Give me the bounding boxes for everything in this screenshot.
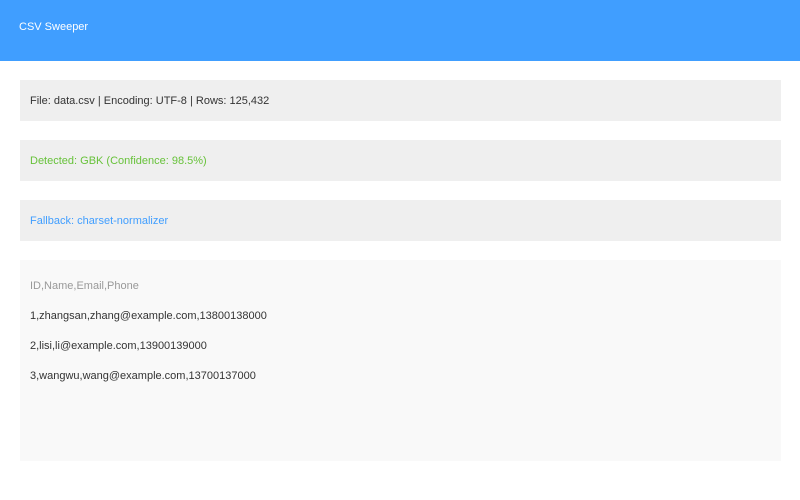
detection-panel: Detected: GBK (Confidence: 98.5%) [20,140,781,181]
detection-text: Detected: GBK (Confidence: 98.5%) [30,155,207,167]
preview-row: 3,wangwu,wang@example.com,13700137000 [30,370,256,382]
app-title: CSV Sweeper [19,21,89,33]
csv-preview: ID,Name,Email,Phone 1,zhangsan,zhang@exa… [20,260,781,461]
file-info-panel: File: data.csv | Encoding: UTF-8 | Rows:… [20,80,781,121]
file-info-text: File: data.csv | Encoding: UTF-8 | Rows:… [30,95,270,107]
preview-row: 1,zhangsan,zhang@example.com,13800138000 [30,310,267,322]
preview-row: 2,lisi,li@example.com,13900139000 [30,340,207,352]
fallback-panel: Fallback: charset-normalizer [20,200,781,241]
preview-header-row: ID,Name,Email,Phone [30,280,139,292]
fallback-text: Fallback: charset-normalizer [30,215,169,227]
app-header: CSV Sweeper [0,0,800,61]
